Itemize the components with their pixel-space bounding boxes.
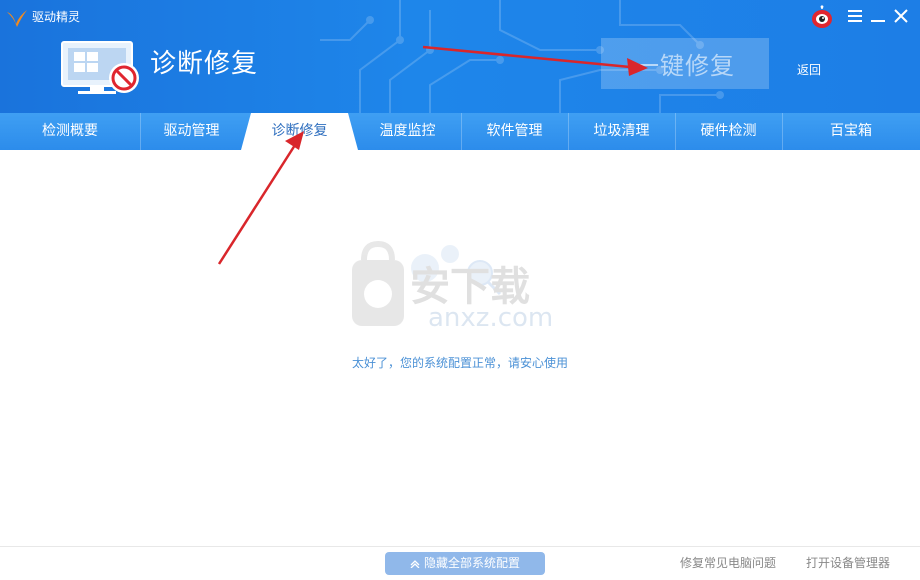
back-link[interactable]: 返回 bbox=[797, 62, 821, 78]
tab-toolbox[interactable]: 百宝箱 bbox=[782, 113, 920, 150]
hide-all-config-label: 隐藏全部系统配置 bbox=[423, 556, 520, 570]
open-device-manager-link[interactable]: 打开设备管理器 bbox=[806, 555, 890, 571]
page-title: 诊断修复 bbox=[150, 49, 259, 79]
tab-temperature-monitor[interactable]: 温度监控 bbox=[354, 113, 461, 150]
bird-logo-icon bbox=[7, 10, 27, 27]
minimize-icon[interactable] bbox=[871, 10, 885, 22]
tab-overview[interactable]: 检测概要 bbox=[0, 113, 140, 150]
arrow-to-diagnose-tab bbox=[217, 144, 297, 265]
tab-junk-cleanup[interactable]: 垃圾清理 bbox=[568, 113, 675, 150]
header: 驱动精灵 诊断修复 一键修复 返回 bbox=[0, 0, 920, 113]
fix-common-problems-link[interactable]: 修复常见电脑问题 bbox=[680, 555, 776, 571]
app-title: 驱动精灵 bbox=[32, 10, 81, 24]
tab-software-management[interactable]: 软件管理 bbox=[461, 113, 568, 150]
hide-all-config-button[interactable]: 隐藏全部系统配置 bbox=[385, 552, 545, 575]
title-bar[interactable]: 驱动精灵 bbox=[0, 0, 920, 34]
footer-divider bbox=[0, 546, 920, 547]
tab-driver-management[interactable]: 驱动管理 bbox=[140, 113, 243, 150]
watermark-domain: anxz.com bbox=[428, 303, 553, 330]
menu-icon[interactable] bbox=[848, 10, 862, 22]
watermark-logo: 安下载 anxz.com bbox=[352, 240, 553, 330]
one-click-repair-button[interactable]: 一键修复 bbox=[601, 38, 769, 89]
close-icon[interactable] bbox=[894, 9, 908, 23]
status-message: 太好了，您的系统配置正常，请安心使用 bbox=[351, 356, 568, 370]
monitor-repair-icon bbox=[61, 41, 139, 94]
tab-hardware-detection[interactable]: 硬件检测 bbox=[675, 113, 782, 150]
chevron-up-icon bbox=[410, 559, 420, 568]
tab-diagnose-repair[interactable]: 诊断修复 bbox=[241, 113, 358, 150]
tab-bar: 检测概要 驱动管理 诊断修复 温度监控 软件管理 垃圾清理 硬件检测 百宝箱 bbox=[0, 113, 920, 150]
robot-mascot-icon[interactable] bbox=[810, 5, 834, 29]
